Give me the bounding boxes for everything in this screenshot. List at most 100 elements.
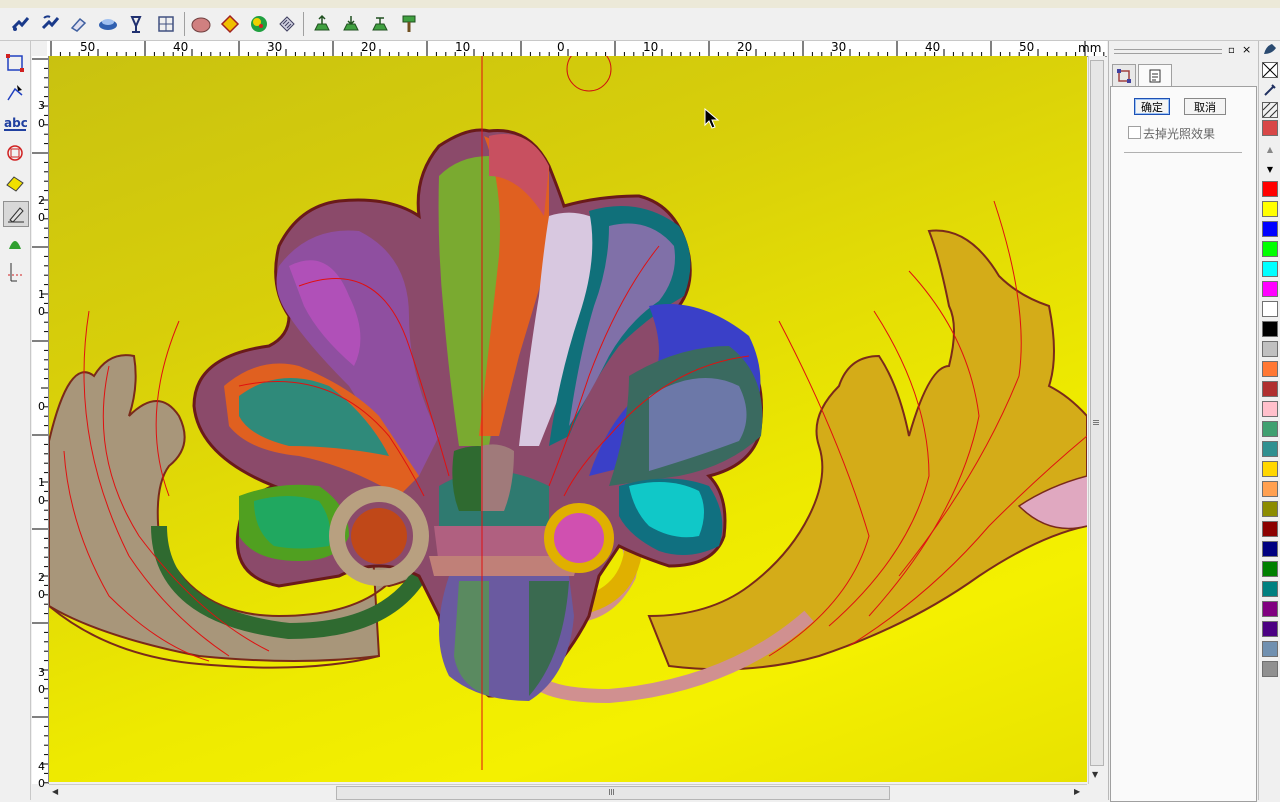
measure-icon[interactable] <box>3 261 27 285</box>
color-swatch[interactable] <box>1262 301 1278 317</box>
horizontal-ruler: 50 40 30 20 10 0 10 20 30 40 50 <box>47 40 1107 57</box>
sculpt-icon[interactable] <box>189 12 213 36</box>
ruler-label: 40 <box>925 40 941 54</box>
ruler-label: 0 <box>38 211 45 224</box>
text-tool-icon[interactable]: abc <box>3 111 27 135</box>
pen-tool-icon[interactable] <box>3 201 29 227</box>
ruler-unit-label: mm <box>1078 41 1102 55</box>
relief-canvas[interactable] <box>49 56 1087 782</box>
move-node-icon[interactable] <box>8 12 32 36</box>
panel-body <box>1110 86 1257 802</box>
diamond-node-icon[interactable] <box>218 12 242 36</box>
ruler-label: 4 <box>38 760 45 773</box>
ruler-label: 2 <box>38 571 45 584</box>
top-toolbar <box>0 8 1280 41</box>
tab-node-properties[interactable] <box>1112 64 1136 88</box>
color-swatch[interactable] <box>1262 481 1278 497</box>
horizontal-scrollbar[interactable]: ◀ ▶ <box>49 784 1087 801</box>
push-icon[interactable] <box>339 12 363 36</box>
eraser-tool-icon[interactable] <box>3 171 27 195</box>
pattern-swatch-icon[interactable] <box>1262 102 1278 118</box>
ruler-label: 30 <box>267 40 283 54</box>
ruler-label: 40 <box>173 40 189 54</box>
color-swatch[interactable] <box>1262 421 1278 437</box>
color-swatch[interactable] <box>1262 661 1278 677</box>
vertical-scrollbar[interactable]: ▼ <box>1088 56 1105 784</box>
color-swatch[interactable] <box>1262 261 1278 277</box>
color-swatch[interactable] <box>1262 201 1278 217</box>
scroll-left-arrow-icon[interactable]: ◀ <box>52 787 58 796</box>
ruler-label: 3 <box>38 666 45 679</box>
panel-grip[interactable] <box>1114 49 1222 54</box>
relief-grid-icon[interactable] <box>154 12 178 36</box>
color-swatch[interactable] <box>1262 621 1278 637</box>
color-swatch[interactable] <box>1262 461 1278 477</box>
palette-menu-icon[interactable] <box>1262 42 1278 58</box>
color-swatch[interactable] <box>1262 361 1278 377</box>
color-swatch[interactable] <box>1262 181 1278 197</box>
lift-icon[interactable] <box>310 12 334 36</box>
scroll-right-arrow-icon[interactable]: ▶ <box>1074 787 1080 796</box>
right-scroll-eye <box>544 503 614 573</box>
toolbar-separator <box>184 12 185 36</box>
no-color-icon[interactable] <box>1262 62 1278 78</box>
vertical-scroll-thumb[interactable] <box>1090 60 1104 766</box>
smooth-icon[interactable] <box>96 12 120 36</box>
horizontal-scroll-thumb[interactable] <box>336 786 890 800</box>
ruler-label: 0 <box>38 400 45 413</box>
thumb-grip-icon <box>1093 420 1099 421</box>
ruler-label: 0 <box>557 40 565 54</box>
palette-scroll-down-icon[interactable]: ▼ <box>1262 161 1278 177</box>
remove-lighting-checkbox[interactable] <box>1128 126 1141 139</box>
color-swatch[interactable] <box>1262 441 1278 457</box>
clamp-icon[interactable] <box>124 12 148 36</box>
palette-scroll-up-icon[interactable]: ▲ <box>1262 141 1278 157</box>
color-swatch[interactable] <box>1262 221 1278 237</box>
color-swatch[interactable] <box>1262 521 1278 537</box>
remove-lighting-label: 去掉光照效果 <box>1143 127 1216 141</box>
color-swatch[interactable] <box>1262 541 1278 557</box>
scroll-down-arrow-icon[interactable]: ▼ <box>1092 770 1098 779</box>
paint-brush-icon[interactable] <box>397 12 421 36</box>
thumb-grip-icon <box>609 789 610 795</box>
current-color-swatch[interactable] <box>1262 120 1278 136</box>
mouse-cursor-icon <box>704 108 720 129</box>
color-swatch[interactable] <box>1262 241 1278 257</box>
diagonal-hatch-icon[interactable] <box>275 12 299 36</box>
color-swatch[interactable] <box>1262 381 1278 397</box>
bell-shape-icon[interactable] <box>3 231 27 255</box>
color-swatch[interactable] <box>1262 641 1278 657</box>
eraser-icon[interactable] <box>66 12 90 36</box>
color-swatch[interactable] <box>1262 581 1278 597</box>
confirm-button[interactable]: 确定 <box>1134 98 1170 115</box>
node-edit-icon[interactable] <box>3 81 27 105</box>
ruler-label: 0 <box>38 494 45 507</box>
panel-titlebar: ▫ × <box>1112 43 1254 57</box>
ruler-label: 20 <box>361 40 377 54</box>
cancel-button[interactable]: 取消 <box>1184 98 1226 115</box>
color-swatch[interactable] <box>1262 321 1278 337</box>
panel-restore-icon[interactable]: ▫ <box>1228 45 1235 56</box>
shape-tool-icon[interactable] <box>3 141 27 165</box>
ruler-label: 0 <box>38 588 45 601</box>
ornament-drawing <box>49 56 1087 770</box>
color-swatch[interactable] <box>1262 281 1278 297</box>
color-swatch[interactable] <box>1262 401 1278 417</box>
color-swatch[interactable] <box>1262 501 1278 517</box>
ruler-label: 1 <box>38 476 45 489</box>
select-rect-icon[interactable] <box>3 51 27 75</box>
color-swatch[interactable] <box>1262 561 1278 577</box>
ruler-label: 1 <box>38 288 45 301</box>
ruler-label: 20 <box>737 40 753 54</box>
color-swatch[interactable] <box>1262 601 1278 617</box>
ruler-label: 0 <box>38 305 45 318</box>
rotate-node-icon[interactable] <box>38 12 62 36</box>
color-swatch[interactable] <box>1262 341 1278 357</box>
ball-icon[interactable] <box>247 12 271 36</box>
tab-document-properties[interactable] <box>1138 64 1172 88</box>
eyedropper-icon[interactable] <box>1262 82 1278 98</box>
ruler-label: 3 <box>38 99 45 112</box>
panel-close-icon[interactable]: × <box>1242 43 1251 56</box>
ruler-label: 10 <box>455 40 471 54</box>
raise-icon[interactable] <box>368 12 392 36</box>
